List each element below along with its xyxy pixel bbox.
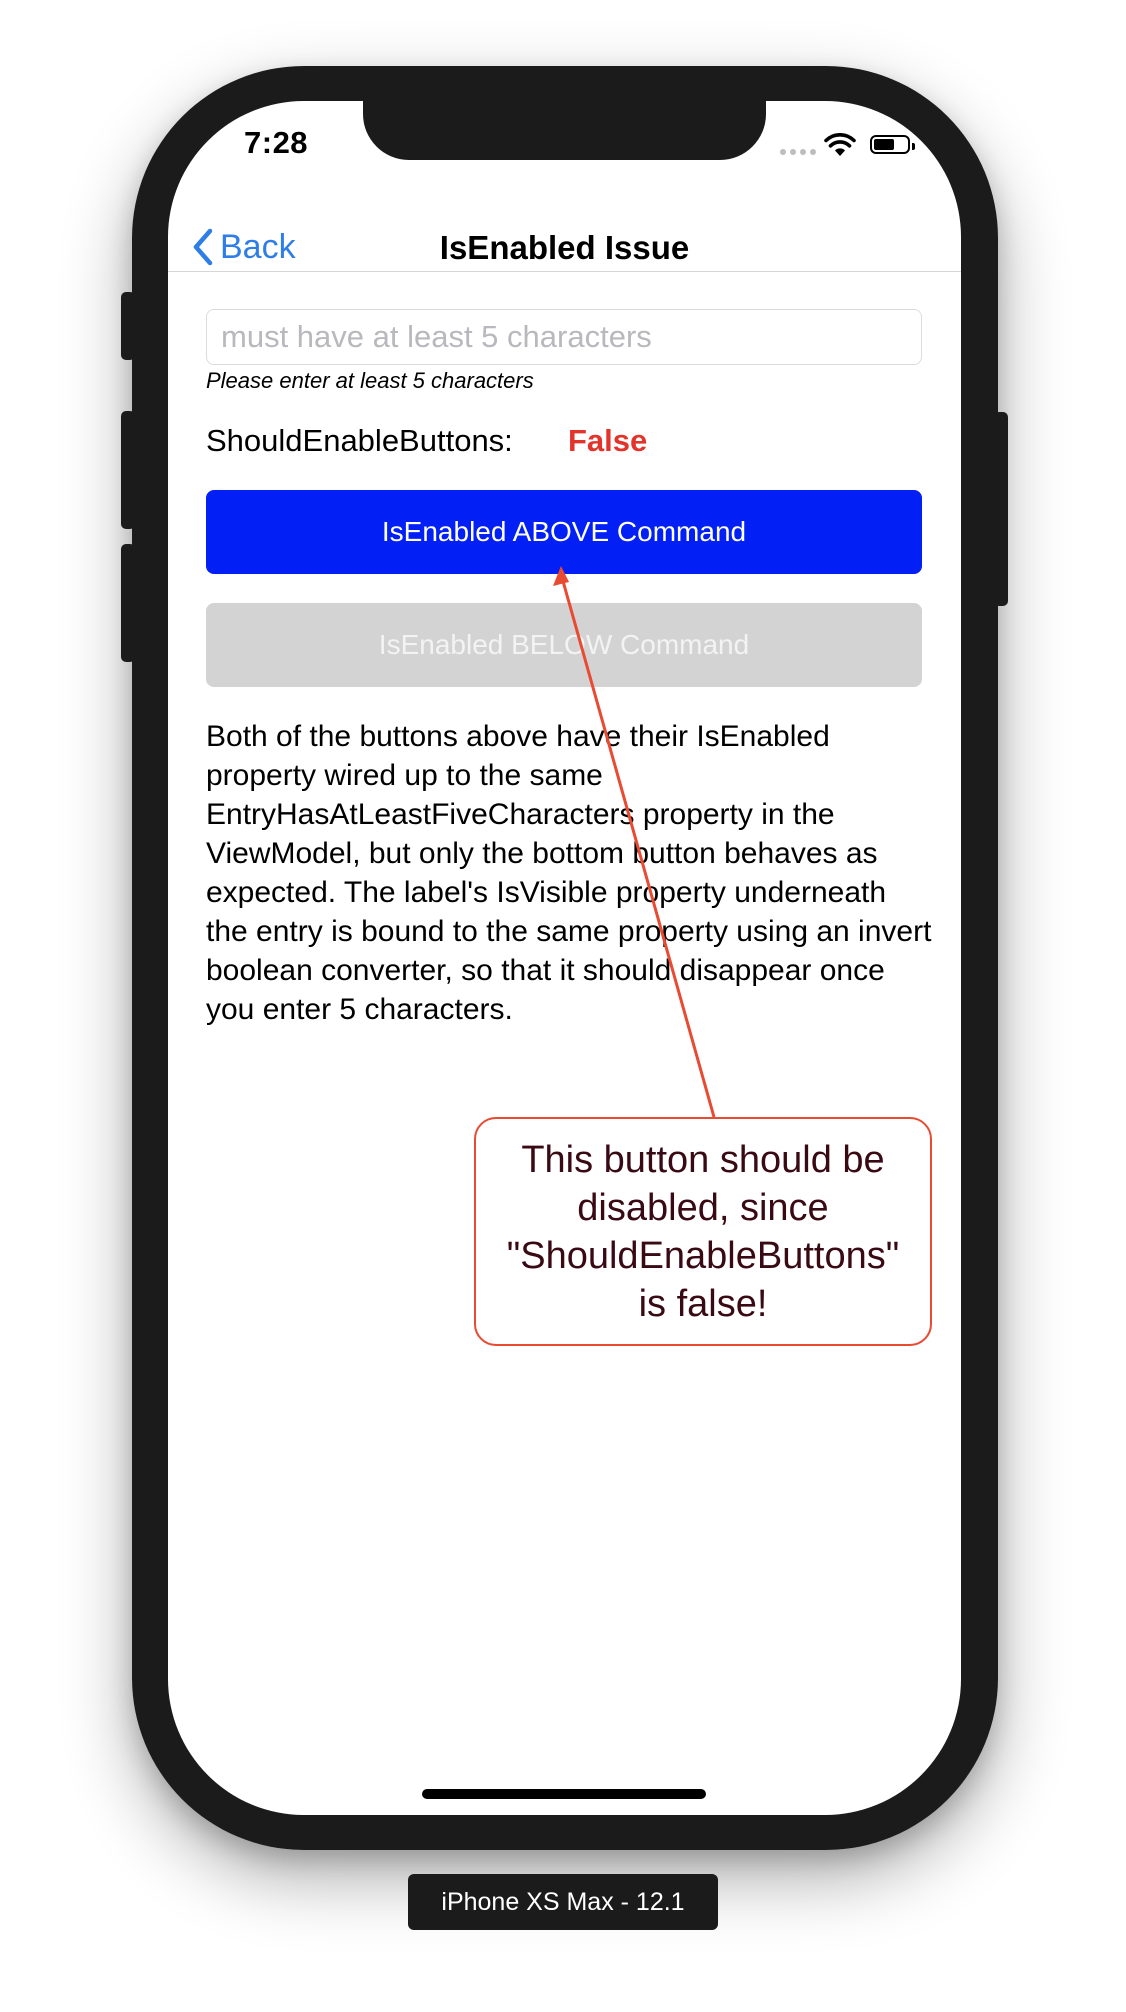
notch <box>363 101 766 160</box>
isenabled-below-command-button: IsEnabled BELOW Command <box>206 603 922 687</box>
annotation-callout: This button should be disabled, since "S… <box>474 1117 932 1346</box>
device-screen: 7:28 Back IsEnabled Issue Please enter a… <box>168 101 961 1815</box>
should-enable-value: False <box>568 423 648 458</box>
battery-icon <box>870 135 915 154</box>
wifi-icon <box>824 133 856 156</box>
description-text: Both of the buttons above have their IsE… <box>206 720 932 1026</box>
simulator-device-label: iPhone XS Max - 12.1 <box>408 1874 718 1930</box>
cellular-dots-icon <box>780 149 816 155</box>
home-indicator <box>422 1789 706 1799</box>
page-title: IsEnabled Issue <box>439 229 690 266</box>
status-time: 7:28 <box>244 125 309 160</box>
should-enable-label: ShouldEnableButtons: <box>206 423 513 458</box>
navigation-bar: Back IsEnabled Issue <box>168 201 961 272</box>
character-entry-field[interactable] <box>206 309 922 365</box>
device-frame: 7:28 Back IsEnabled Issue Please enter a… <box>132 66 998 1850</box>
min-characters-hint: Please enter at least 5 characters <box>206 368 534 393</box>
isenabled-above-command-button[interactable]: IsEnabled ABOVE Command <box>206 490 922 574</box>
